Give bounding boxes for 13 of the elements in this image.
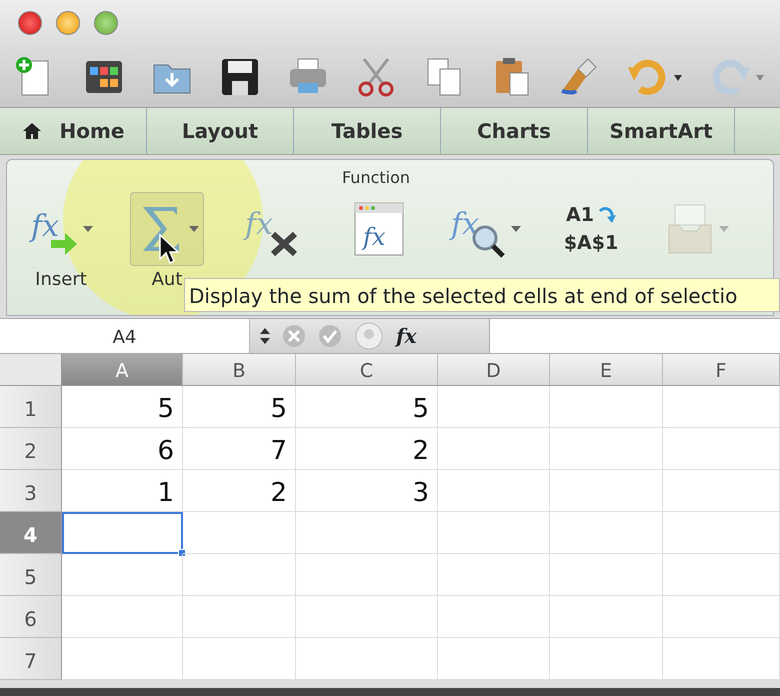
table-cell: 5	[183, 386, 296, 428]
reference-text: $A$1	[564, 231, 618, 256]
table-cell: 7	[183, 428, 296, 470]
reference-text: A1	[566, 202, 594, 228]
table-cell: 5	[296, 386, 438, 428]
tooltip: Display the sum of the selected cells at end of selectio	[184, 278, 780, 312]
table-cell: 6	[62, 428, 183, 470]
table-cell: 1	[62, 470, 183, 512]
table-cell: 2	[296, 428, 438, 470]
group-title: Function	[340, 167, 412, 189]
table-cell: 2	[183, 470, 296, 512]
table-cell: 3	[296, 470, 438, 512]
table-cell: 5	[62, 386, 183, 428]
